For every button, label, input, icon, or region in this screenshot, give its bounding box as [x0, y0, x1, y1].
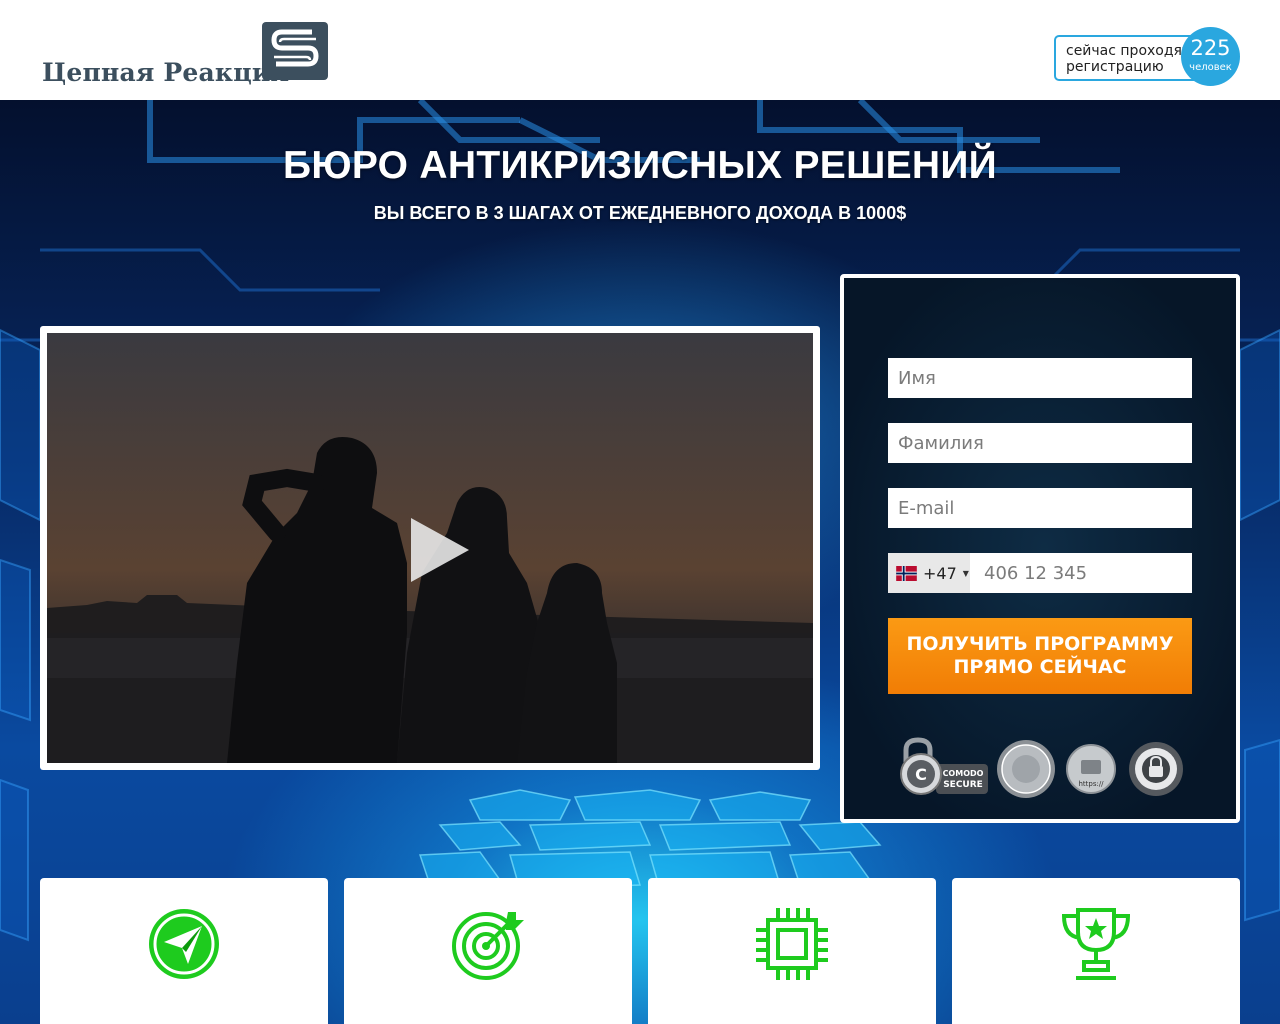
counter-line1: сейчас проходят: [1066, 43, 1191, 59]
site-logo[interactable]: Цепная Реакция: [40, 20, 330, 92]
email-input[interactable]: [888, 488, 1192, 528]
feature-card-2: [344, 878, 632, 1024]
counter-unit: человек: [1189, 62, 1232, 73]
feature-card-4: [952, 878, 1240, 1024]
caret-down-icon: ▼: [962, 568, 969, 578]
norway-flag-icon: [896, 565, 917, 581]
video-frame[interactable]: [47, 333, 813, 763]
feature-card-1: [40, 878, 328, 1024]
logo-mark-icon: [262, 22, 328, 80]
svg-text:C: C: [915, 765, 927, 784]
hero-section: БЮРО АНТИКРИЗИСНЫХ РЕШЕНИЙ ВЫ ВСЕГО В 3 …: [0, 100, 1280, 1024]
video-player[interactable]: [40, 326, 820, 770]
last-name-input[interactable]: [888, 423, 1192, 463]
submit-line2: ПРЯМО СЕЙЧАС: [953, 656, 1127, 678]
hero-subtitle: ВЫ ВСЕГО В 3 ШАГАХ ОТ ЕЖЕДНЕВНОГО ДОХОДА…: [373, 203, 907, 223]
registration-form: +47 ▼ ПОЛУЧИТЬ ПРОГРАММУ ПРЯМО СЕЙЧАС C …: [840, 274, 1240, 823]
logo-text: Цепная Реакция: [42, 58, 290, 87]
secure-seal-icon: [1129, 742, 1183, 796]
svg-text:COMODO: COMODO: [943, 769, 984, 778]
play-icon[interactable]: [407, 518, 471, 582]
phone-field: +47 ▼: [888, 553, 1192, 593]
secure-connection-seal-icon: [997, 740, 1055, 798]
dial-code: +47: [923, 563, 957, 583]
svg-text:SECURE: SECURE: [943, 780, 983, 790]
country-code-selector[interactable]: +47 ▼: [888, 553, 970, 593]
feature-card-3: [648, 878, 936, 1024]
trophy-icon: [1061, 908, 1131, 980]
comodo-secure-badge-icon: C COMODO SECURE: [900, 737, 988, 795]
security-badges: C COMODO SECURE https://: [900, 737, 1183, 798]
submit-line1: ПОЛУЧИТЬ ПРОГРАММУ: [906, 633, 1174, 655]
chip-icon: [756, 908, 828, 980]
get-program-button[interactable]: ПОЛУЧИТЬ ПРОГРАММУ ПРЯМО СЕЙЧАС: [888, 618, 1192, 694]
counter-badge: 225 человек: [1181, 27, 1240, 86]
paper-plane-icon: [149, 909, 219, 979]
hero-title: БЮРО АНТИКРИЗИСНЫХ РЕШЕНИЙ: [282, 144, 998, 187]
counter-number: 225: [1190, 36, 1231, 60]
svg-text:https://: https://: [1078, 780, 1104, 788]
first-name-input[interactable]: [888, 358, 1192, 398]
counter-line2: регистрацию: [1066, 59, 1164, 75]
site-header: Цепная Реакция сейчас проходят регистрац…: [0, 0, 1280, 100]
https-badge-icon: https://: [1066, 744, 1116, 794]
phone-input[interactable]: [970, 553, 1192, 593]
target-icon: [452, 912, 524, 980]
